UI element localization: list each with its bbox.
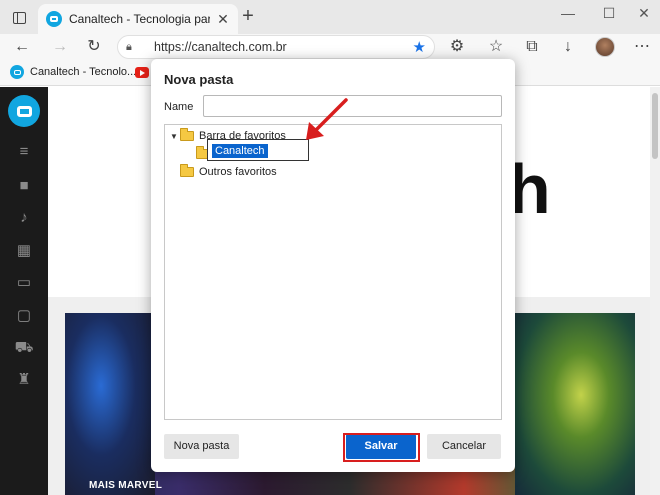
building-icon[interactable]: ▦ — [14, 241, 34, 261]
hero-left-art — [65, 313, 155, 495]
refresh-icon[interactable]: ↻ — [84, 37, 104, 57]
lock-icon[interactable]: 🔒︎ — [126, 41, 142, 54]
favorites-icon[interactable]: ☆ — [486, 37, 506, 57]
bookmark-canaltech[interactable]: Canaltech - Tecnolo... — [10, 65, 136, 79]
hero-tag[interactable]: MAIS MARVEL — [89, 480, 162, 491]
tab-canaltech[interactable]: Canaltech - Tecnologia para quem ✕ — [38, 4, 238, 34]
scrollbar-thumb[interactable] — [652, 93, 658, 159]
tree-node-label: Outros favoritos — [199, 166, 277, 178]
new-tab-button[interactable]: + — [238, 6, 258, 27]
dialog-title: Nova pasta — [164, 72, 234, 87]
site-sidebar: ≡ ■ ♪ ▦ ▭ ▢ ⛟ ♜ — [0, 87, 48, 495]
favorite-star-icon[interactable]: ★ — [413, 38, 426, 56]
tab-actions-icon[interactable] — [8, 8, 30, 28]
folder-icon — [180, 128, 194, 141]
new-folder-button[interactable]: Nova pasta — [164, 434, 239, 459]
folder-tree: ▼ Barra de favoritos Outros favoritos — [164, 124, 502, 420]
forward-icon[interactable]: → — [50, 37, 70, 57]
cancel-button[interactable]: Cancelar — [427, 434, 501, 459]
downloads-icon[interactable]: ↓ — [558, 37, 578, 57]
canaltech-favicon-icon — [46, 11, 62, 27]
page-scrollbar[interactable] — [650, 87, 660, 495]
browser-toolbar: ← → ↻ 🔒︎ https://canaltech.com.br ★ ⚙ ☆ … — [0, 34, 660, 60]
save-highlight-box — [343, 433, 420, 462]
folder-icon — [180, 164, 194, 177]
canaltech-logo-icon[interactable] — [8, 95, 40, 127]
hero-right-art — [515, 313, 635, 495]
trophy-icon[interactable]: ♜ — [14, 370, 34, 390]
cart-icon[interactable]: ⛟ — [14, 338, 34, 358]
tab-strip: Canaltech - Tecnologia para quem ✕ + — ☐… — [0, 0, 660, 34]
youtube-icon[interactable] — [135, 67, 149, 78]
more-options-icon[interactable]: ⋯ — [632, 37, 652, 57]
back-icon[interactable]: ← — [12, 37, 32, 57]
address-bar[interactable]: 🔒︎ https://canaltech.com.br ★ — [117, 35, 435, 59]
close-window-button[interactable]: ✕ — [634, 5, 654, 25]
tree-node-outros-favoritos[interactable]: Outros favoritos — [180, 164, 277, 180]
tab-close-icon[interactable]: ✕ — [216, 11, 230, 28]
expand-caret-icon[interactable]: ▼ — [170, 132, 180, 141]
tab-title: Canaltech - Tecnologia para quem — [69, 12, 210, 26]
name-input[interactable] — [203, 95, 502, 117]
devices-icon[interactable]: ▭ — [14, 273, 34, 293]
tv-icon[interactable]: ▢ — [14, 306, 34, 326]
extensions-icon[interactable]: ⚙ — [447, 37, 467, 57]
collections-icon[interactable]: ⧉ — [522, 37, 542, 57]
minimize-button[interactable]: — — [558, 5, 578, 25]
address-url: https://canaltech.com.br — [154, 40, 287, 54]
red-arrow-icon — [306, 98, 348, 140]
profile-avatar[interactable] — [595, 37, 615, 57]
mic-icon[interactable]: ♪ — [14, 208, 34, 228]
menu-icon[interactable]: ≡ — [14, 142, 34, 162]
rename-folder-input[interactable]: Canaltech — [207, 139, 309, 161]
canaltech-favicon-icon — [10, 65, 24, 79]
maximize-button[interactable]: ☐ — [599, 5, 619, 25]
name-label: Name — [164, 101, 194, 113]
rename-folder-text[interactable]: Canaltech — [212, 144, 268, 158]
video-icon[interactable]: ■ — [14, 176, 34, 196]
bookmark-label: Canaltech - Tecnolo... — [30, 66, 137, 78]
